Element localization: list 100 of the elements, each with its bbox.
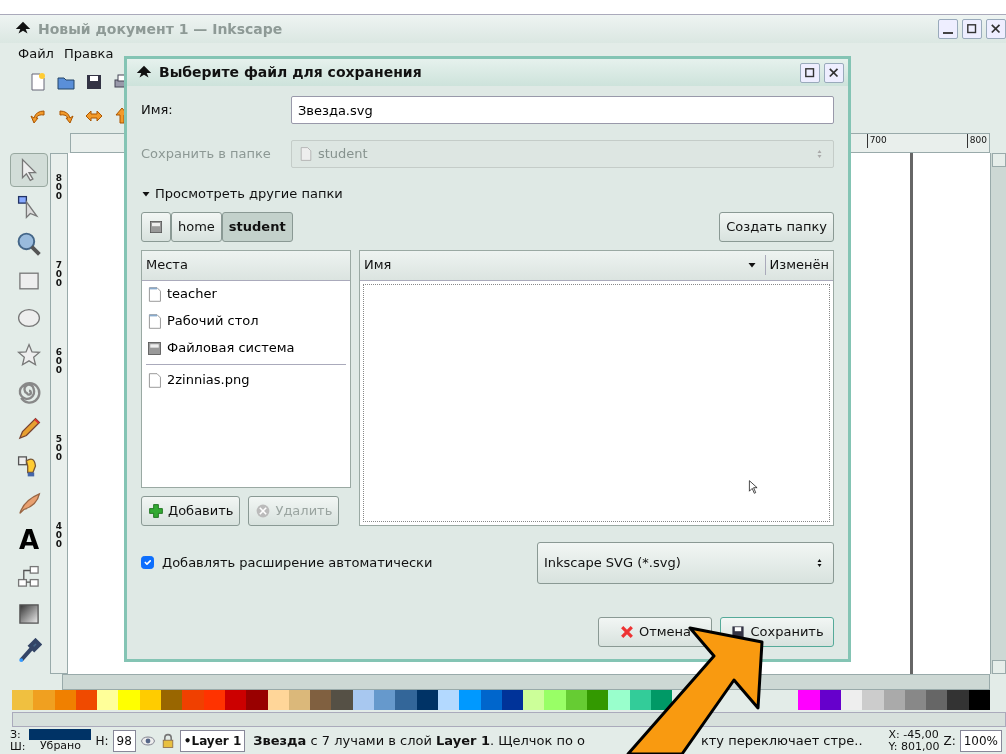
drive-icon [146,339,163,357]
text-tool-button[interactable]: A [10,523,48,557]
fill-label: З: [10,728,22,741]
color-swatch[interactable] [374,690,396,710]
path-button[interactable]: home [171,211,222,242]
places-item[interactable]: 2zinnias.png [142,366,350,394]
layer-dropdown[interactable]: •Layer 1 [179,729,246,752]
create-folder-button[interactable]: Создать папку [719,211,834,242]
cancel-button[interactable]: Отмена [598,617,712,647]
stroke-value: Убрано [38,740,83,752]
color-swatch[interactable] [12,690,34,710]
scrollbar[interactable] [12,712,1006,727]
maximize-button[interactable] [800,62,820,83]
color-swatch[interactable] [947,690,969,710]
close-button[interactable] [824,62,844,83]
opacity-spinbox[interactable]: 98 [112,729,136,752]
color-swatch[interactable] [544,690,566,710]
maximize-icon [965,22,979,36]
expander-label[interactable]: Просмотреть другие папки [155,184,343,204]
star-icon [16,342,42,368]
magnifier-icon [16,231,42,257]
color-swatch[interactable] [161,690,183,710]
color-swatch[interactable] [267,690,289,710]
spiral-icon [16,379,42,405]
filename-field[interactable]: Звезда.svg [291,96,834,124]
color-swatch[interactable] [883,690,905,710]
menu-item[interactable]: Правка [63,44,114,64]
color-swatch[interactable] [629,690,651,710]
drive-button[interactable] [141,211,171,242]
pencil-icon [16,416,42,442]
scrollbar[interactable] [62,674,990,690]
color-swatch[interactable] [54,690,76,710]
color-swatch[interactable] [139,690,162,710]
color-swatch[interactable] [501,690,524,710]
y-coordinate: Y: 801,00 [888,740,940,753]
color-swatch[interactable] [182,690,204,710]
color-swatch[interactable] [224,690,247,710]
color-swatch[interactable] [33,690,55,710]
delete-icon [255,502,272,519]
selector-tool-button[interactable] [10,153,48,187]
color-swatch[interactable] [480,690,502,710]
file-icon [146,371,163,389]
color-swatch[interactable] [310,690,332,710]
places-item[interactable]: Рабочий стол [142,307,350,335]
color-swatch[interactable] [926,690,948,710]
color-swatch[interactable] [75,690,98,710]
add-button[interactable]: Добавить [141,495,241,526]
color-swatch[interactable] [288,690,311,710]
column-header[interactable]: Изменён [764,255,829,275]
status-message: кту переключает стре.. [700,731,863,750]
scrollbar[interactable] [990,153,1006,674]
color-swatch[interactable] [798,690,820,710]
close-button[interactable] [986,19,1006,39]
menu-item[interactable]: Файл [18,44,54,64]
color-swatch[interactable] [523,690,545,710]
color-swatch[interactable] [203,690,225,710]
minimize-button[interactable] [938,19,958,39]
color-swatch[interactable] [459,690,481,710]
places-item[interactable]: teacher [142,280,350,308]
color-swatch[interactable] [395,690,417,710]
color-swatch[interactable] [819,690,841,710]
places-item[interactable]: Файловая система [142,334,350,362]
file-type-dropdown[interactable]: Inkscape SVG (*.svg) [537,541,834,584]
x-coordinate: X: -45,00 [888,728,940,741]
color-swatch[interactable] [118,690,140,710]
new-document-icon[interactable] [28,72,48,92]
fill-swatch[interactable] [29,729,92,740]
cross-icon [618,624,635,640]
color-swatch[interactable] [587,690,609,710]
color-swatch[interactable] [331,690,353,710]
close-icon [989,22,1003,36]
color-swatch[interactable] [608,690,630,710]
column-header[interactable]: Места [142,250,350,281]
status-message: Звезда с 7 лучами в слой Layer 1. Щелчок по о [253,731,585,750]
color-swatch[interactable] [862,690,884,710]
color-swatch[interactable] [416,690,438,710]
zoom-field[interactable]: 100% [959,729,1002,752]
checkbox-label: Добавлять расширение автоматически [162,553,433,572]
color-swatch[interactable] [840,690,863,710]
name-label: Имя: [141,101,174,120]
path-button[interactable]: student [221,211,293,242]
auto-extension-checkbox[interactable] [141,556,154,569]
color-swatch[interactable] [437,690,460,710]
zoom-label: Z: [943,732,956,750]
column-header[interactable]: Имя [364,255,747,275]
connector-diagram-icon [16,564,42,590]
sort-caret-icon [746,260,757,270]
dialog-title: Выберите файл для сохранения [159,63,422,82]
maximize-button[interactable] [962,19,982,39]
color-swatch[interactable] [97,690,119,710]
maximize-icon [803,65,817,80]
color-swatch[interactable] [246,690,268,710]
color-swatch[interactable] [904,690,927,710]
minimize-icon [943,31,953,35]
color-swatch[interactable] [565,690,587,710]
window-title: Новый документ 1 — Inkscape [38,19,283,39]
color-swatch[interactable] [968,690,990,710]
color-swatch[interactable] [352,690,375,710]
drive-icon [148,218,164,235]
folder-icon [146,285,163,303]
